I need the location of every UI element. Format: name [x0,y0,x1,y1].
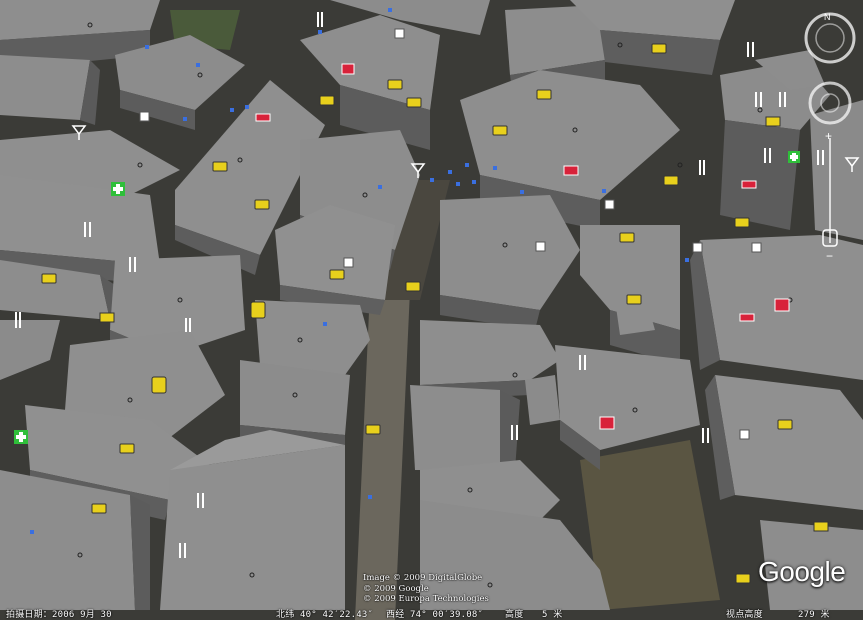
building [525,375,560,425]
move-ring[interactable] [808,81,852,125]
building [0,55,100,125]
zoom-out-button[interactable]: − [826,249,833,263]
status-bar: 拍摄日期：2006 9月 30 北纬 40° 42′22.43″ 西经 74° … [0,606,863,620]
google-logo: Google [758,556,846,587]
svg-text:N: N [824,12,831,22]
latitude-readout: 北纬 40° 42′22.43″ [276,610,374,620]
zoom-in-button[interactable]: + [825,129,832,143]
navigation-controls[interactable]: N + − [803,8,857,272]
elevation-label: 高度 [505,610,524,620]
3d-buildings-layer[interactable] [0,0,863,620]
imagery-credits: Image © 2009 DigitalGlobe © 2009 Google … [363,573,489,605]
building [410,385,520,470]
longitude-readout: 西经 74° 00′39.08″ [386,610,484,620]
north-indicator-icon[interactable]: N [824,12,831,22]
elevation-value: 5 米 [542,610,563,620]
credit-line: © 2009 Google [363,583,429,594]
imagery-date: 拍摄日期：2006 9月 30 [6,610,112,620]
map-viewport[interactable]: N + − Image © 2009 DigitalGlobe © 2009 G… [0,0,863,620]
nav-controls-svg[interactable]: N + − [803,8,857,268]
building [705,375,863,510]
eye-altitude-label: 视点高度 [726,610,763,620]
eye-altitude-value: 279 米 [798,610,830,620]
credit-line: Image © 2009 DigitalGlobe [363,573,483,583]
zoom-slider[interactable]: + − [822,129,838,263]
credit-line: © 2009 Europa Technologies [363,594,489,604]
